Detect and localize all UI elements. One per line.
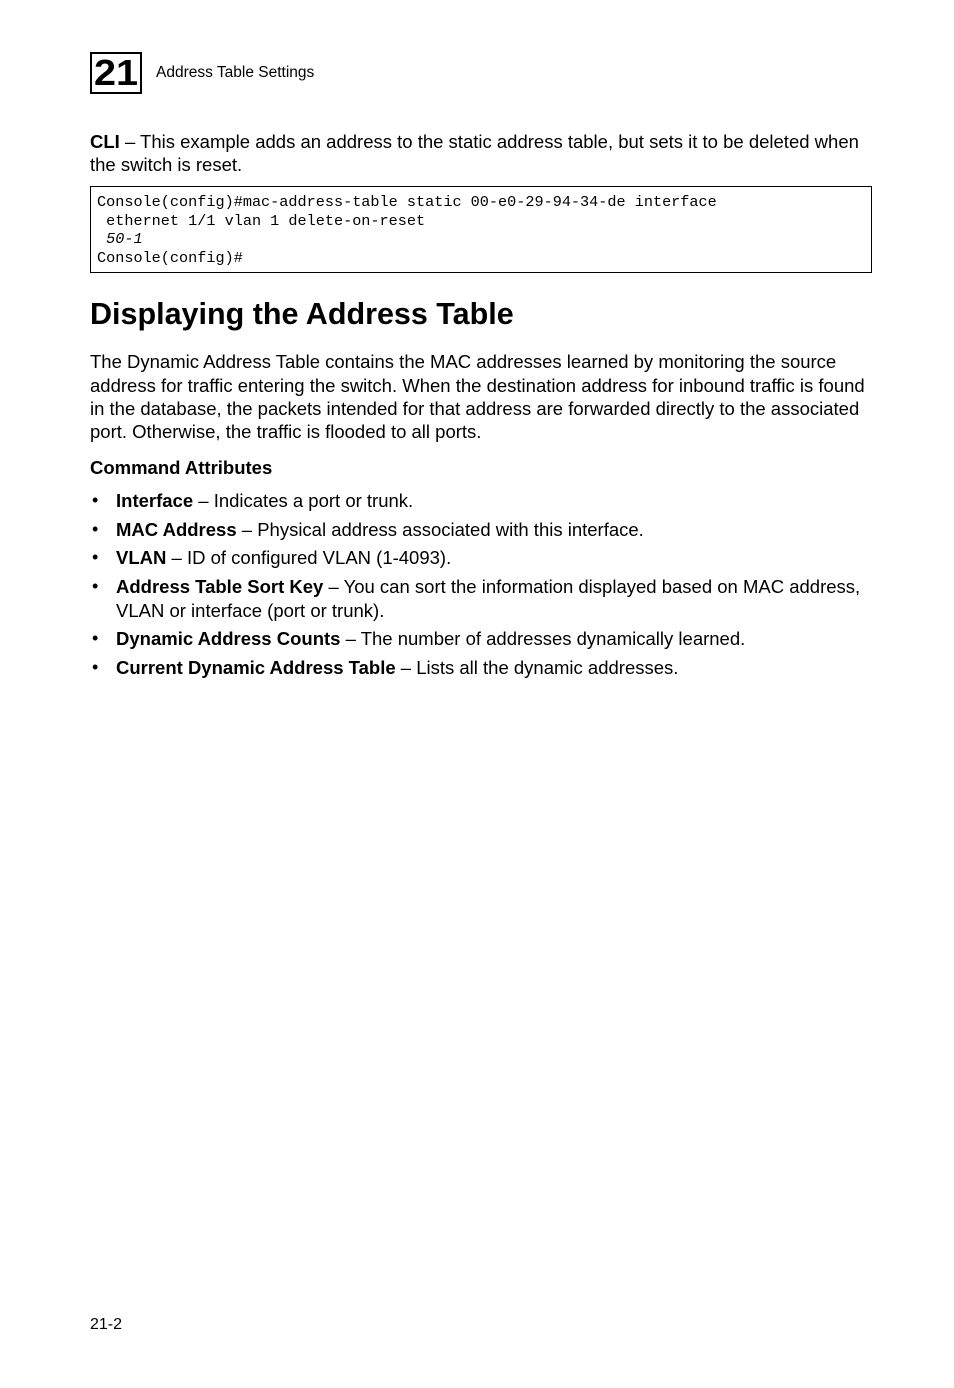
- list-item: Current Dynamic Address Table – Lists al…: [90, 656, 872, 680]
- chapter-number: 21: [94, 55, 138, 91]
- code-line: ethernet 1/1 vlan 1 delete-on-reset: [97, 212, 425, 230]
- header-title: Address Table Settings: [156, 64, 314, 82]
- list-item: Address Table Sort Key – You can sort th…: [90, 575, 872, 622]
- code-line: Console(config)#: [97, 249, 243, 267]
- code-line-ref: 50-1: [97, 230, 143, 248]
- section-paragraph: The Dynamic Address Table contains the M…: [90, 350, 872, 443]
- list-item: VLAN – ID of configured VLAN (1-4093).: [90, 546, 872, 570]
- section-heading: Displaying the Address Table: [90, 297, 872, 332]
- intro-paragraph: CLI – This example adds an address to th…: [90, 130, 872, 176]
- command-attributes-heading: Command Attributes: [90, 457, 872, 479]
- list-item: Dynamic Address Counts – The number of a…: [90, 627, 872, 651]
- page-header: 21 Address Table Settings: [90, 52, 872, 94]
- code-block: Console(config)#mac-address-table static…: [90, 186, 872, 273]
- page-number: 21-2: [90, 1316, 122, 1334]
- attribute-list: Interface – Indicates a port or trunk. M…: [90, 489, 872, 680]
- list-item: Interface – Indicates a port or trunk.: [90, 489, 872, 513]
- chapter-number-box: 21: [90, 52, 142, 94]
- code-line: Console(config)#mac-address-table static…: [97, 193, 717, 211]
- list-item: MAC Address – Physical address associate…: [90, 518, 872, 542]
